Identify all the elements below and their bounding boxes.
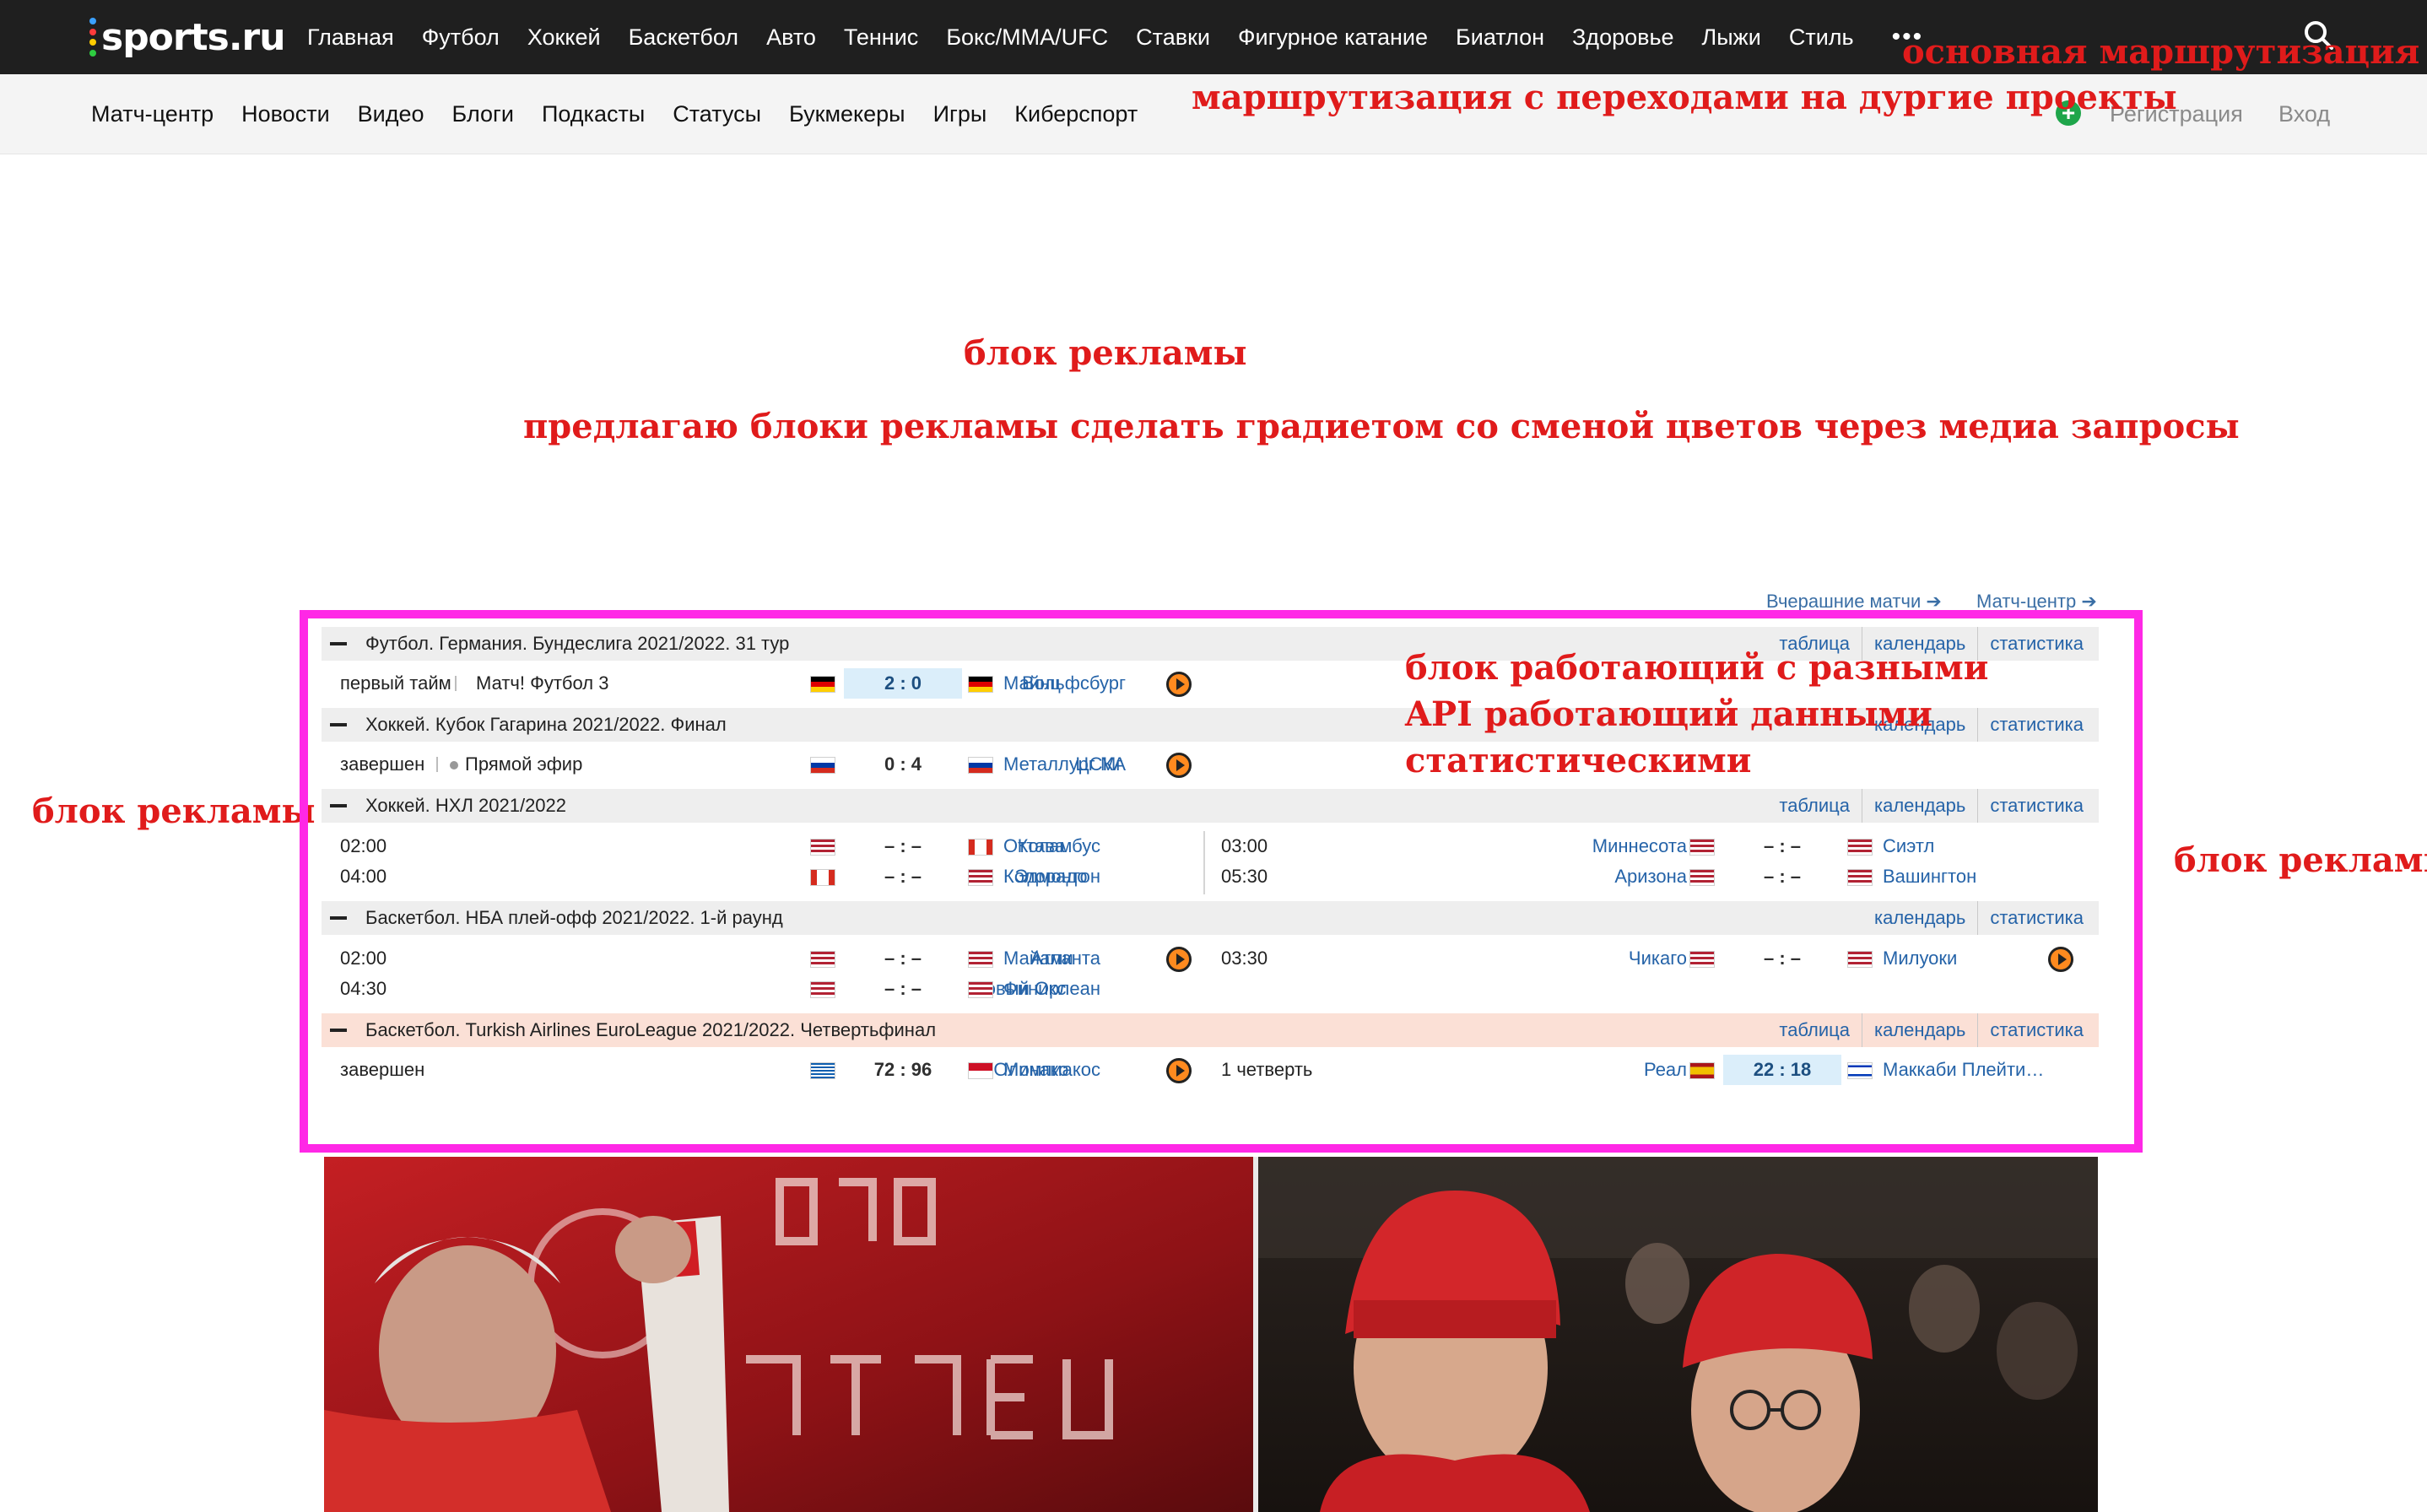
main-nav-item[interactable]: Лыжи bbox=[1702, 24, 1761, 51]
annotation-main-routing: основная маршрутизация bbox=[1902, 32, 2420, 72]
main-nav-item[interactable]: Здоровье bbox=[1572, 24, 1674, 51]
sub-nav-item[interactable]: Блоги bbox=[452, 101, 514, 127]
sub-nav-item[interactable]: Новости bbox=[241, 101, 330, 127]
annotation-ad-right: блок рекламы bbox=[2174, 840, 2427, 880]
main-nav: Главная Футбол Хоккей Баскетбол Авто Тен… bbox=[307, 0, 1923, 74]
hero-photo[interactable] bbox=[324, 1157, 2098, 1512]
main-nav-item[interactable]: Хоккей bbox=[527, 24, 601, 51]
annotation-api-block-line3: статистическими bbox=[1405, 741, 1752, 780]
sub-nav-item[interactable]: Видео bbox=[358, 101, 424, 127]
annotation-projects-routing: маршрутизация с переходами на дургие про… bbox=[1192, 78, 2177, 117]
logo-dots-icon bbox=[89, 18, 96, 57]
main-nav-item[interactable]: Авто bbox=[766, 24, 816, 51]
main-nav-item[interactable]: Главная bbox=[307, 24, 394, 51]
main-nav-item[interactable]: Биатлон bbox=[1456, 24, 1544, 51]
annotation-ad-top: блок рекламы bbox=[964, 333, 1247, 373]
sub-nav-item[interactable]: Подкасты bbox=[542, 101, 645, 127]
annotation-ad-gradient: предлагаю блоки рекламы сделать градието… bbox=[523, 407, 2240, 446]
sports-logo[interactable]: sports.ru bbox=[89, 12, 286, 62]
main-nav-item[interactable]: Бокс/MMA/UFC bbox=[946, 24, 1108, 51]
annotation-api-block-line1: блок работающий с разными bbox=[1405, 648, 1989, 688]
sub-nav: Матч-центр Новости Видео Блоги Подкасты … bbox=[91, 74, 1165, 154]
main-nav-item[interactable]: Фигурное катание bbox=[1238, 24, 1428, 51]
main-nav-item[interactable]: Футбол bbox=[422, 24, 500, 51]
annotation-api-block-line2: API работающий данными bbox=[1405, 694, 1932, 734]
sub-nav-item[interactable]: Киберспорт bbox=[1014, 101, 1138, 127]
annotation-ad-left: блок рекламы bbox=[32, 791, 316, 831]
match-center-highlight-frame bbox=[300, 610, 2143, 1153]
sub-nav-item[interactable]: Статусы bbox=[673, 101, 761, 127]
main-nav-item[interactable]: Баскетбол bbox=[629, 24, 738, 51]
main-nav-item[interactable]: Ставки bbox=[1136, 24, 1210, 51]
sub-nav-item[interactable]: Игры bbox=[933, 101, 987, 127]
login-link[interactable]: Вход bbox=[2278, 74, 2330, 154]
logo-text: sports.ru bbox=[101, 15, 286, 59]
sub-nav-item[interactable]: Букмекеры bbox=[789, 101, 905, 127]
fans-photo-illustration bbox=[324, 1157, 2098, 1512]
main-nav-item[interactable]: Теннис bbox=[844, 24, 918, 51]
sub-nav-item[interactable]: Матч-центр bbox=[91, 101, 214, 127]
main-nav-item[interactable]: Стиль bbox=[1789, 24, 1854, 51]
